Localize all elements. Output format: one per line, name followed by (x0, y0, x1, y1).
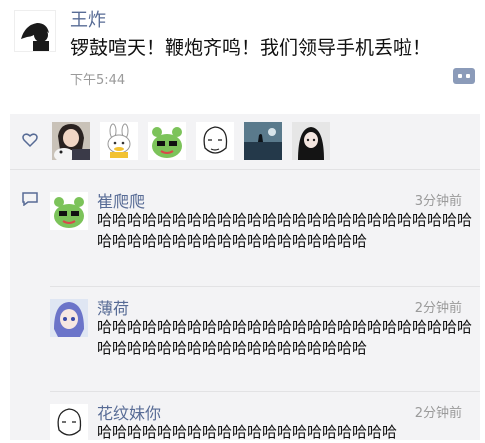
author-avatar[interactable] (14, 10, 56, 52)
avatar-dark-girl-icon (292, 122, 330, 160)
post-content: 锣鼓喧天！鞭炮齐鸣！我们领导手机丢啦！ (70, 37, 432, 59)
dot-icon (466, 74, 470, 78)
moment-post: 王炸 锣鼓喧天！鞭炮齐鸣！我们领导手机丢啦！ 下午5:44 (0, 0, 485, 110)
liker-avatar[interactable] (100, 122, 138, 160)
dot-icon (458, 74, 462, 78)
commenter-name[interactable]: 薄荷 (97, 295, 129, 319)
comment-text: 哈哈哈哈哈哈哈哈哈哈哈哈哈哈哈哈哈哈哈哈哈哈哈哈哈哈哈哈哈哈哈哈哈哈哈哈哈哈哈哈… (97, 318, 473, 357)
commenter-name[interactable]: 花纹妹你 (97, 400, 161, 424)
avatar-frog-icon (50, 192, 88, 230)
comment-timestamp: 3分钟前 (414, 194, 462, 209)
comment-divider (50, 391, 480, 392)
commenter-avatar[interactable] (50, 192, 88, 230)
liker-avatar[interactable] (244, 122, 282, 160)
liker-avatar[interactable] (52, 122, 90, 160)
avatar-sketch-face-icon (196, 122, 234, 160)
commenter-avatar[interactable] (50, 404, 88, 442)
commenter-name[interactable]: 崔爬爬 (97, 188, 145, 212)
liker-avatar[interactable] (196, 122, 234, 160)
heart-icon (22, 133, 38, 148)
likes-row (10, 114, 480, 170)
post-author-name[interactable]: 王炸 (70, 6, 106, 32)
liker-avatar[interactable] (292, 122, 330, 160)
more-options-button[interactable] (453, 68, 475, 84)
liker-avatar[interactable] (148, 122, 186, 160)
comment-item: 花纹妹你 2分钟前 哈哈哈哈哈哈哈哈哈哈哈哈哈哈哈哈哈哈哈哈 (10, 400, 480, 442)
profile-silhouette-icon (15, 11, 55, 51)
comment-item: 薄荷 2分钟前 哈哈哈哈哈哈哈哈哈哈哈哈哈哈哈哈哈哈哈哈哈哈哈哈哈哈哈哈哈哈哈哈… (10, 295, 480, 385)
comment-bubble-icon (22, 192, 38, 206)
comment-divider (50, 286, 480, 287)
comment-text: 哈哈哈哈哈哈哈哈哈哈哈哈哈哈哈哈哈哈哈哈哈哈哈哈哈哈哈哈哈哈哈哈哈哈哈哈哈哈哈哈… (97, 211, 473, 250)
avatar-anime-girl-icon (50, 299, 88, 337)
avatar-silhouette-icon (244, 122, 282, 160)
post-timestamp: 下午5:44 (70, 73, 126, 88)
comment-timestamp: 2分钟前 (414, 406, 462, 421)
avatar-sketch-face-icon (50, 404, 88, 442)
comment-item: 崔爬爬 3分钟前 哈哈哈哈哈哈哈哈哈哈哈哈哈哈哈哈哈哈哈哈哈哈哈哈哈哈哈哈哈哈哈… (10, 188, 480, 280)
avatar-girl-dog-icon (52, 122, 90, 160)
avatar-frog-icon (148, 122, 186, 160)
comment-timestamp: 2分钟前 (414, 301, 462, 316)
commenter-avatar[interactable] (50, 299, 88, 337)
avatar-rabbit-icon (100, 122, 138, 160)
interaction-panel: 崔爬爬 3分钟前 哈哈哈哈哈哈哈哈哈哈哈哈哈哈哈哈哈哈哈哈哈哈哈哈哈哈哈哈哈哈哈… (10, 114, 480, 442)
